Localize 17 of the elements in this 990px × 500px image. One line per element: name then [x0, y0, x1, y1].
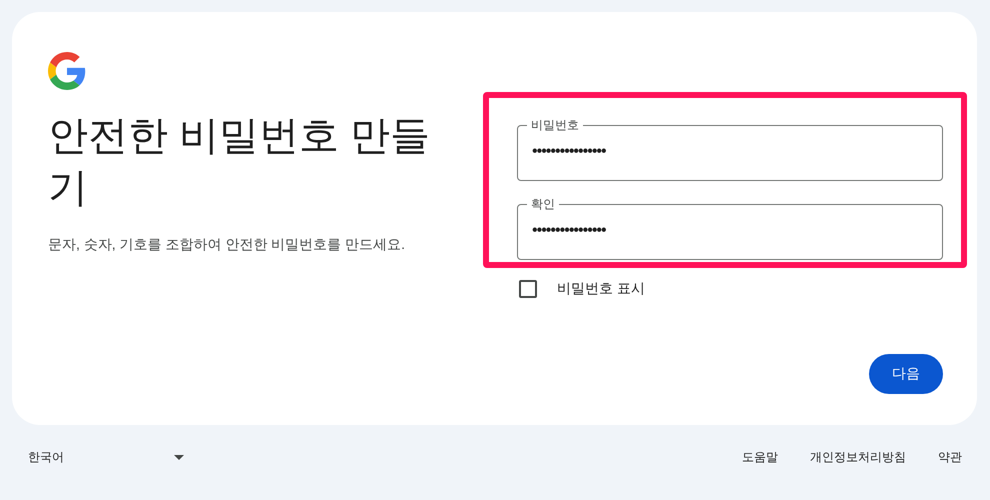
checkbox-label[interactable]: 비밀번호 표시: [557, 280, 645, 298]
google-logo-icon: [48, 52, 86, 90]
field-label: 확인: [530, 196, 556, 212]
page-title: 안전한 비밀번호 만들기: [48, 113, 432, 212]
field-label: 비밀번호: [530, 117, 580, 133]
next-button[interactable]: 다음: [869, 354, 943, 394]
language-select[interactable]: 한국어: [28, 449, 184, 466]
password-input[interactable]: ••••••••••••••••: [532, 142, 928, 162]
caret-icon: [174, 455, 184, 460]
password-field[interactable]: 확인 ••••••••••••••••: [517, 196, 943, 260]
footer-link[interactable]: 개인정보처리방침: [810, 449, 906, 466]
footer-link[interactable]: 도움말: [742, 449, 778, 466]
password-input[interactable]: ••••••••••••••••: [532, 221, 928, 241]
footer-link[interactable]: 약관: [938, 449, 962, 466]
description-text: 문자, 숫자, 기호를 조합하여 안전한 비밀번호를 만드세요.: [48, 236, 406, 254]
password-field[interactable]: 비밀번호 ••••••••••••••••: [517, 117, 943, 181]
checkbox[interactable]: [519, 280, 537, 298]
